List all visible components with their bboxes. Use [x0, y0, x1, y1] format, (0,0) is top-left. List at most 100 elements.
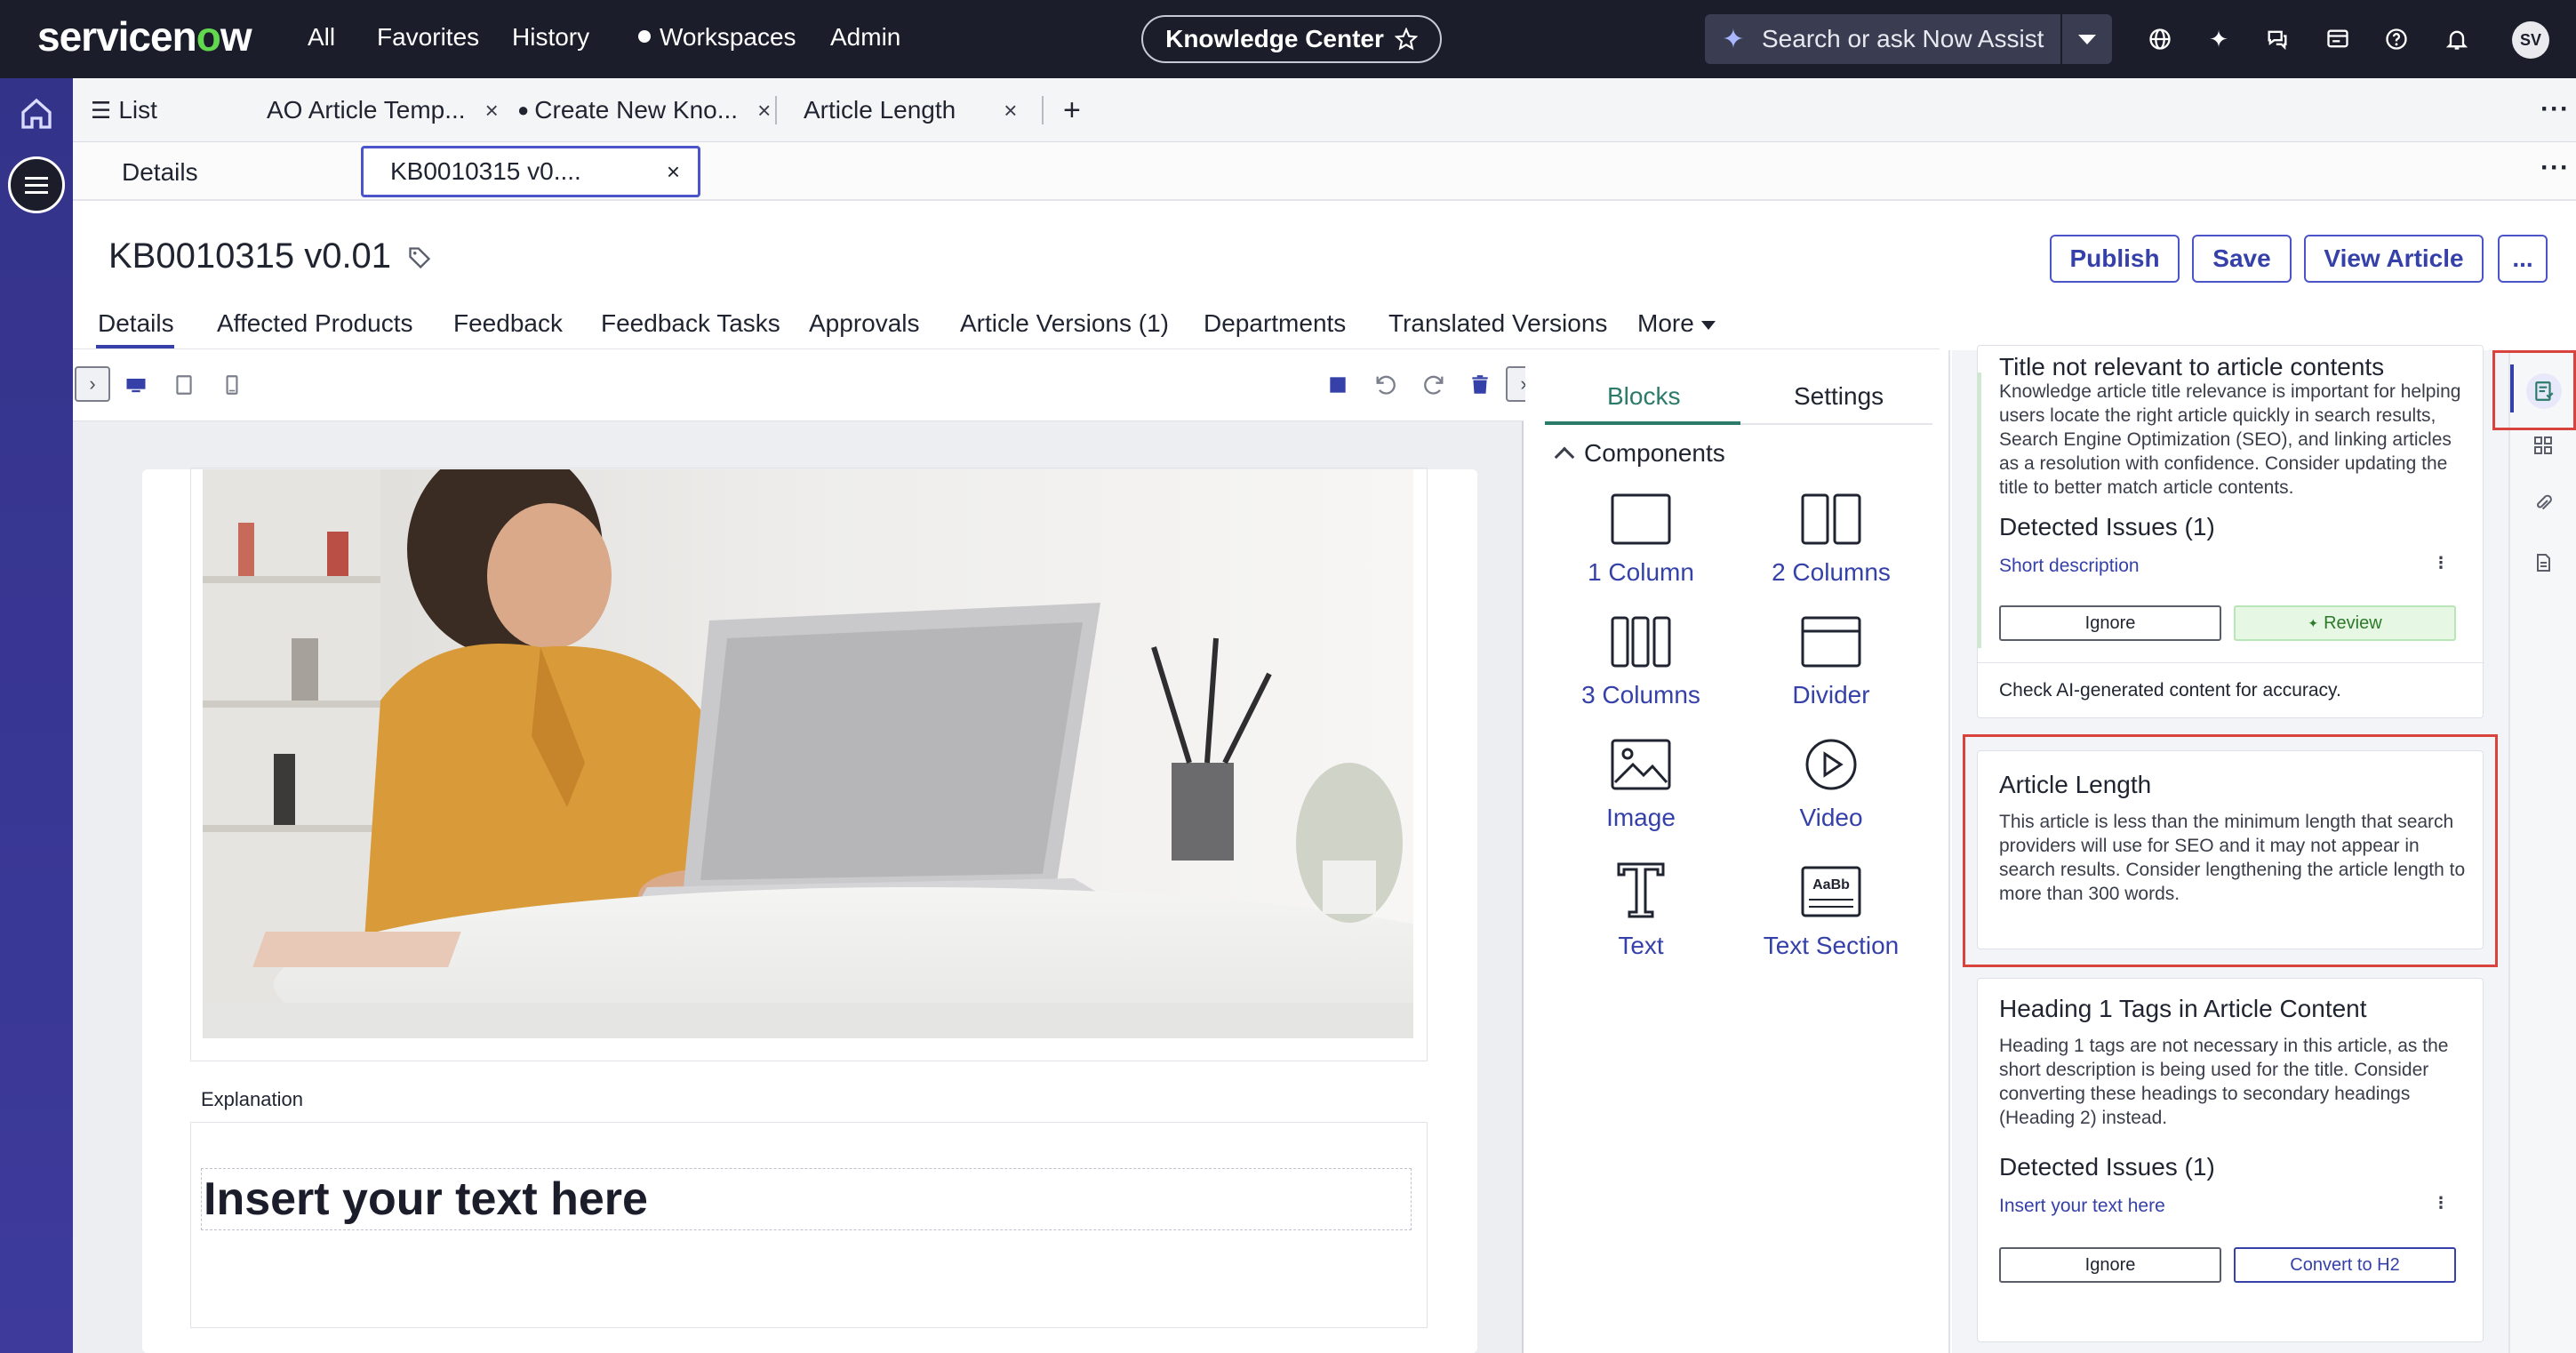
tab-label: AO Article Temp... [267, 96, 466, 124]
undo-icon[interactable] [1367, 366, 1404, 404]
workspace-pill[interactable]: Knowledge Center [1141, 15, 1442, 63]
publish-button[interactable]: Publish [2050, 235, 2180, 283]
tab-kb-label: KB0010315 v0.... [390, 157, 581, 185]
component-video[interactable]: Video [1742, 738, 1920, 832]
desktop-view-icon[interactable] [117, 366, 155, 404]
globe-icon[interactable] [2144, 23, 2176, 55]
nav-favorites[interactable]: Favorites [377, 23, 479, 52]
image-icon [1611, 739, 1671, 790]
form-icon[interactable] [2322, 23, 2354, 55]
text-icon [1617, 862, 1665, 918]
secondary-more-icon[interactable]: ··· [2540, 153, 2570, 183]
form-tab-affected-products[interactable]: Affected Products [217, 309, 413, 338]
chevron-down-icon [2078, 34, 2096, 44]
tab-article-length[interactable]: Article Length × [804, 78, 1017, 142]
help-icon[interactable] [2380, 23, 2412, 55]
home-icon[interactable] [19, 96, 54, 132]
tabs-more-icon[interactable]: ··· [2540, 94, 2570, 124]
issue-link-short-description[interactable]: Short description [1999, 556, 2140, 577]
tab-settings[interactable]: Settings [1794, 382, 1884, 411]
tab-list[interactable]: ☰ List [91, 78, 157, 142]
form-tab-more-label: More [1637, 309, 1694, 337]
tab-create-new-knowledge[interactable]: ● Create New Kno... × [517, 78, 771, 142]
review-button[interactable]: ✦ Review [2234, 605, 2456, 641]
search-input[interactable]: ✦ Search or ask Now Assist [1705, 14, 2069, 64]
expand-left-button[interactable]: › [75, 366, 110, 402]
tab-details[interactable]: Details [122, 158, 198, 187]
component-text[interactable]: Text [1552, 861, 1730, 960]
card-divider [1978, 662, 2484, 663]
component-1-column[interactable]: 1 Column [1552, 492, 1730, 587]
divider-icon [1801, 616, 1861, 668]
form-tab-more[interactable]: More [1637, 309, 1716, 338]
search-dropdown-button[interactable] [2060, 14, 2112, 64]
save-button[interactable]: Save [2192, 235, 2292, 283]
issue-kebab-icon[interactable]: ⋮ [2433, 554, 2449, 572]
tab-ao-article-template[interactable]: AO Article Temp... × [267, 78, 499, 142]
highlight-box [1963, 734, 2498, 967]
add-tab-button[interactable]: + [1063, 78, 1081, 142]
component-image[interactable]: Image [1552, 738, 1730, 832]
detected-issues-heading: Detected Issues (1) [1999, 1153, 2215, 1181]
user-avatar[interactable]: SV [2512, 21, 2549, 59]
form-tab-feedback-tasks[interactable]: Feedback Tasks [601, 309, 780, 338]
article-photo[interactable] [203, 469, 1413, 1038]
sparkle-icon[interactable]: ✦ [2203, 23, 2235, 55]
form-tab-details[interactable]: Details [98, 309, 174, 338]
convert-to-h2-button[interactable]: Convert to H2 [2234, 1247, 2456, 1283]
ignore-button[interactable]: Ignore [1999, 605, 2221, 641]
component-label: 2 Columns [1772, 558, 1891, 586]
nav-admin[interactable]: Admin [830, 23, 900, 52]
svg-text:AaBb: AaBb [1812, 877, 1850, 893]
stop-icon[interactable] [1319, 366, 1356, 404]
close-icon[interactable]: × [667, 158, 680, 186]
component-divider[interactable]: Divider [1742, 615, 1920, 709]
form-tab-departments[interactable]: Departments [1204, 309, 1346, 338]
view-article-button[interactable]: View Article [2304, 235, 2484, 283]
component-3-columns[interactable]: 3 Columns [1552, 615, 1730, 709]
form-tab-translated-versions[interactable]: Translated Versions [1388, 309, 1607, 338]
chat-icon[interactable] [2261, 23, 2293, 55]
issue-kebab-icon[interactable]: ⋮ [2433, 1194, 2449, 1213]
grid-icon[interactable] [2528, 430, 2558, 460]
ignore-button[interactable]: Ignore [1999, 1247, 2221, 1283]
component-2-columns[interactable]: 2 Columns [1742, 492, 1920, 587]
workspace-pill-label: Knowledge Center [1165, 25, 1384, 52]
tab-separator [1042, 96, 1044, 124]
nav-workspaces[interactable]: Workspaces [638, 23, 796, 52]
nav-history[interactable]: History [512, 23, 589, 52]
form-tab-approvals[interactable]: Approvals [809, 309, 920, 338]
guidance-card-title-relevance: Title not relevant to article contents K… [1977, 345, 2484, 718]
tag-icon[interactable] [407, 245, 432, 270]
star-icon[interactable] [1394, 28, 1418, 51]
tab-kb-record[interactable]: KB0010315 v0.... × [361, 146, 700, 197]
tablet-view-icon[interactable] [165, 366, 203, 404]
record-more-button[interactable]: ... [2498, 235, 2548, 283]
menu-bar [25, 176, 48, 180]
primary-tab-bar: ☰ List AO Article Temp... × ● Create New… [73, 78, 2576, 142]
notification-bell-icon[interactable] [2441, 23, 2473, 55]
blocks-tab-active-indicator [1545, 421, 1740, 425]
card-accent-bar [1978, 372, 1981, 648]
tab-blocks[interactable]: Blocks [1607, 382, 1680, 411]
redo-icon[interactable] [1415, 366, 1452, 404]
mobile-view-icon[interactable] [213, 366, 251, 404]
nav-all[interactable]: All [308, 23, 335, 52]
text-block-editor[interactable]: Insert your text here [201, 1168, 1412, 1230]
form-tab-article-versions[interactable]: Article Versions (1) [960, 309, 1169, 338]
trash-icon[interactable] [1461, 366, 1499, 404]
close-icon[interactable]: × [1004, 97, 1017, 124]
menu-list-button[interactable] [8, 156, 65, 213]
attachment-paperclip-icon[interactable] [2528, 489, 2558, 519]
top-navigation: servicenow All Favorites History Workspa… [0, 0, 2576, 78]
components-section-toggle[interactable]: Components [1554, 436, 1725, 471]
issue-link-insert-text[interactable]: Insert your text here [1999, 1196, 2165, 1217]
three-columns-icon [1611, 616, 1671, 668]
component-text-section[interactable]: AaBb Text Section [1742, 861, 1920, 960]
component-label: 1 Column [1588, 558, 1694, 586]
close-icon[interactable]: × [485, 97, 499, 124]
document-icon[interactable] [2528, 548, 2558, 578]
servicenow-logo[interactable]: servicenow [37, 12, 252, 60]
form-tab-feedback[interactable]: Feedback [453, 309, 563, 338]
close-icon[interactable]: × [757, 97, 771, 124]
